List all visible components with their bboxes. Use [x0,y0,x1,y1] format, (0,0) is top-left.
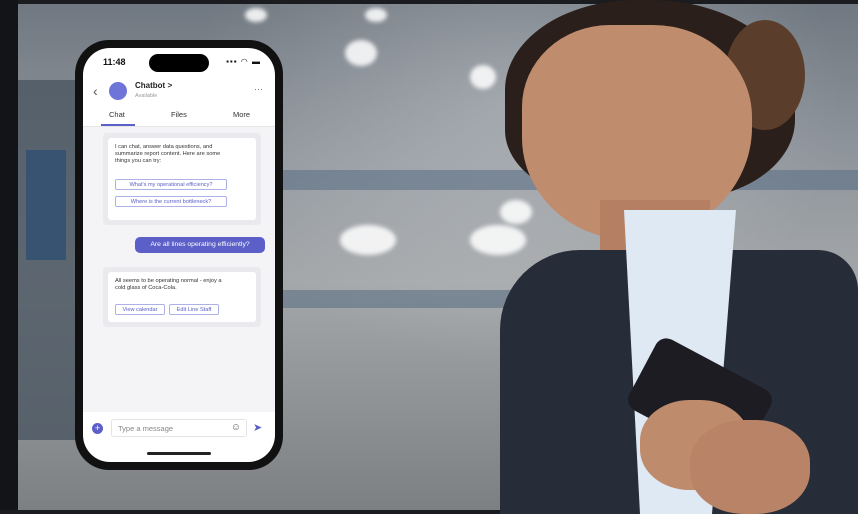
back-icon[interactable]: ‹ [93,83,98,99]
active-tab-indicator [101,124,135,126]
status-bar: 11:48 ▪▪▪ ◠ ▬ [83,48,275,76]
bot-message-card: I can chat, answer data questions, and s… [103,133,261,225]
message-input[interactable]: Type a message ☺ [111,419,247,437]
view-calendar-button[interactable]: View calendar [115,304,165,315]
more-options-icon[interactable]: ··· [254,84,263,94]
phone-screen: 11:48 ▪▪▪ ◠ ▬ ‹ Chatbot > Available ··· … [83,48,275,462]
phone-mockup: 11:48 ▪▪▪ ◠ ▬ ‹ Chatbot > Available ··· … [75,40,283,470]
message-input-placeholder: Type a message [118,424,174,433]
woman-hand [690,420,810,514]
bot-status: Available [135,93,158,99]
bot-intro-text: I can chat, answer data questions, and s… [115,144,220,166]
frame-left [0,0,18,514]
bot-message-body: I can chat, answer data questions, and s… [108,138,256,220]
tab-files[interactable]: Files [171,110,187,119]
bot-reply-body: All seems to be operating normal - enjoy… [108,272,256,322]
background-scene: 11:48 ▪▪▪ ◠ ▬ ‹ Chatbot > Available ··· … [0,0,858,514]
home-indicator [147,452,211,455]
suggestion-chip-efficiency[interactable]: What's my operational efficiency? [115,179,227,190]
send-icon[interactable]: ➤ [253,421,262,434]
bot-avatar[interactable] [109,82,127,100]
signal-wifi-battery-icon: ▪▪▪ ◠ ▬ [226,57,261,66]
edit-line-staff-button[interactable]: Edit Line Staff [169,304,219,315]
chat-header: ‹ Chatbot > Available ··· [83,76,275,106]
bot-name-link[interactable]: Chatbot > [135,81,172,90]
dynamic-island [149,54,209,72]
tab-chat[interactable]: Chat [109,110,125,119]
chat-area: I can chat, answer data questions, and s… [83,127,275,412]
bot-intro-line: I can chat, answer data questions, and [115,144,213,150]
woman-photo [300,0,858,514]
ceiling-light [245,8,267,22]
bot-reply-line: cold glass of Coca-Cola. [115,285,177,292]
blue-panel [26,150,66,260]
bot-intro-line: things you can try: [115,158,162,165]
emoji-icon[interactable]: ☺ [231,422,241,433]
tab-bar: Chat Files More [83,106,275,127]
suggestion-chip-bottleneck[interactable]: Where is the current bottleneck? [115,196,227,207]
bot-reply-line: All seems to be operating normal - enjoy… [115,278,222,284]
status-time: 11:48 [103,57,126,67]
user-message-bubble: Are all lines operating efficiently? [135,237,265,253]
bot-reply-card: All seems to be operating normal - enjoy… [103,267,261,327]
bot-intro-line: summarize report content. Here are some [115,151,221,158]
tab-more[interactable]: More [233,110,250,119]
bot-reply-text: All seems to be operating normal - enjoy… [115,278,222,292]
compose-bar: + Type a message ☺ ➤ [83,416,275,442]
add-attachment-icon[interactable]: + [92,423,103,434]
